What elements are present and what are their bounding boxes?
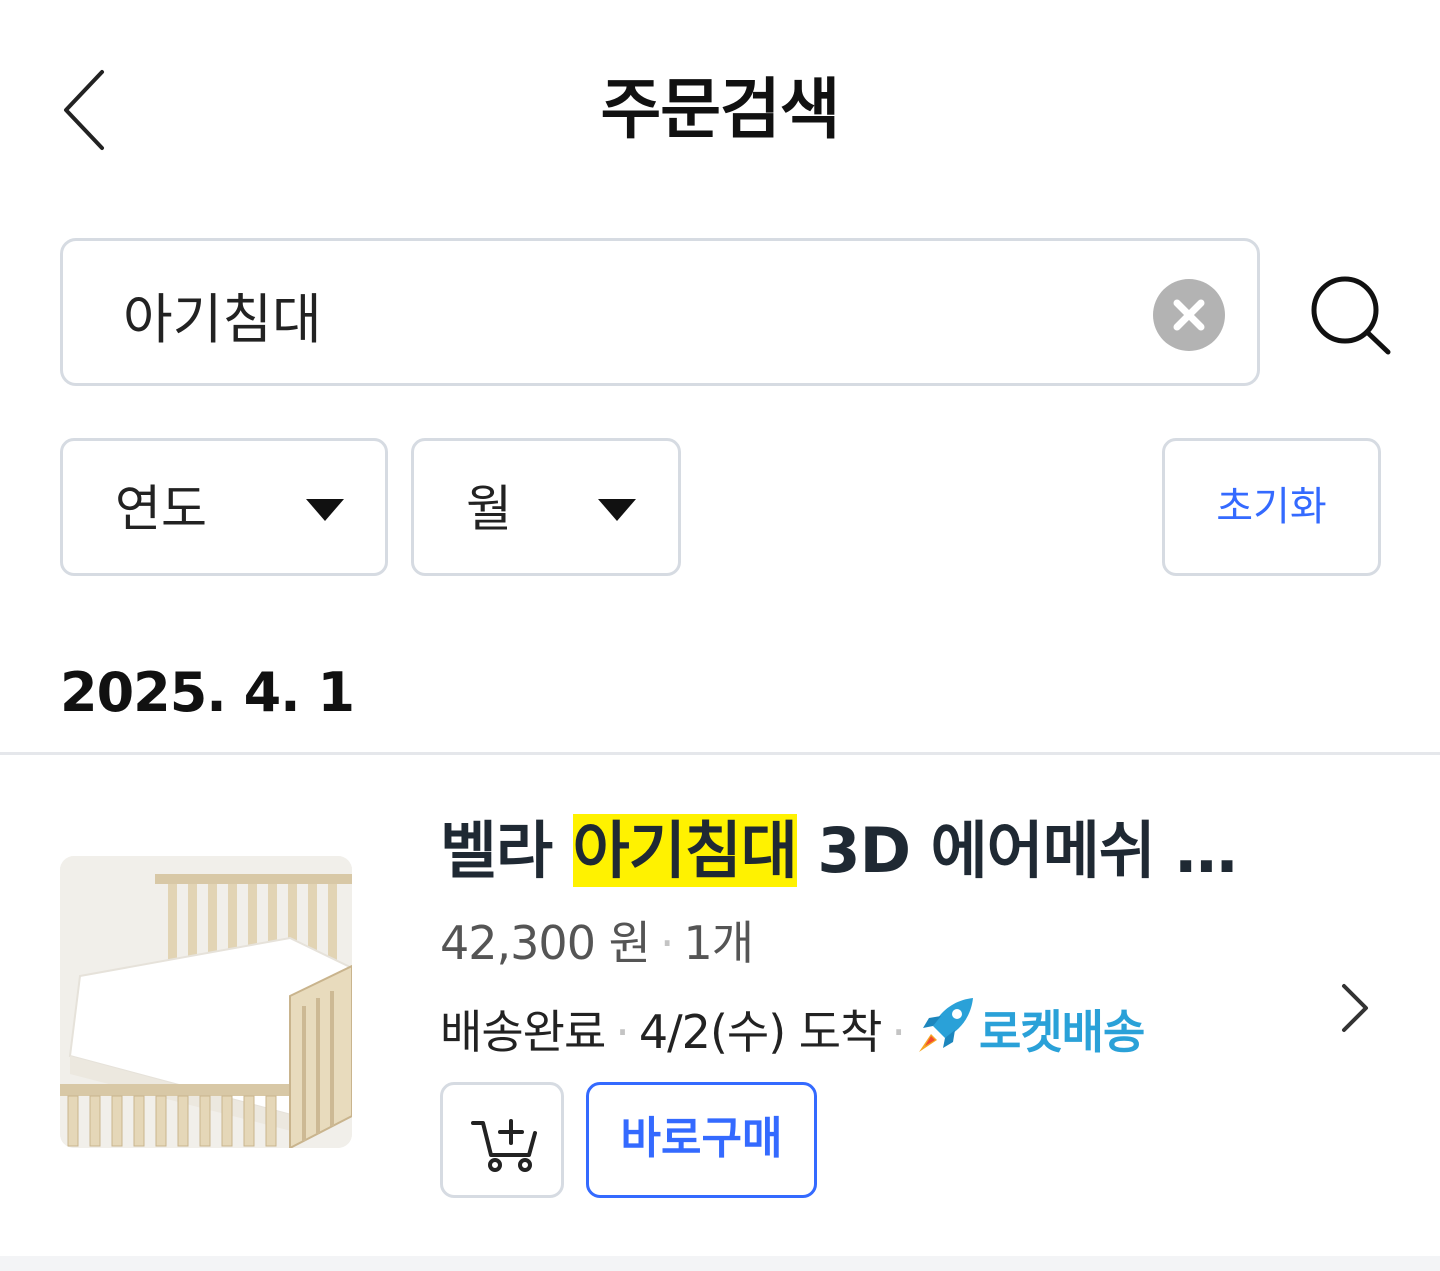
delivery-status-line: 배송완료 · 4/2(수) 도착 · 로켓배송	[440, 994, 1145, 1063]
arrival-date: 4/2(수) 도착	[638, 1005, 883, 1059]
price-line: 42,300 원 · 1개	[440, 912, 755, 974]
caret-down-icon	[306, 499, 344, 521]
order-detail-button[interactable]	[1330, 978, 1380, 1038]
product-name-prefix: 벨라	[440, 814, 573, 887]
year-select[interactable]: 연도	[60, 438, 388, 576]
rocket-delivery-badge: 로켓배송	[979, 1005, 1145, 1059]
reset-button[interactable]: 초기화	[1162, 438, 1381, 576]
page-title: 주문검색	[600, 71, 841, 148]
delivery-status: 배송완료	[440, 1005, 606, 1059]
clear-search-button[interactable]	[1153, 279, 1225, 351]
product-price: 42,300 원	[440, 916, 651, 970]
cart-plus-icon	[471, 1119, 537, 1172]
search-icon	[1311, 276, 1391, 355]
order-date: 2025. 4. 1	[60, 661, 355, 724]
month-select[interactable]: 월	[411, 438, 681, 576]
product-name-suffix: 3D 에어메쉬 …	[796, 814, 1237, 887]
buy-now-button[interactable]: 바로구매	[586, 1082, 817, 1198]
divider	[0, 752, 1440, 755]
year-select-label: 연도	[115, 480, 207, 538]
caret-down-icon	[598, 499, 636, 521]
product-thumbnail[interactable]	[60, 856, 352, 1148]
search-box	[60, 238, 1260, 386]
chevron-right-icon	[1342, 984, 1368, 1032]
month-select-label: 월	[466, 480, 512, 538]
baby-crib-image	[60, 856, 352, 1148]
search-input[interactable]	[123, 275, 1123, 353]
add-to-cart-button[interactable]	[440, 1082, 564, 1198]
product-name-link[interactable]: 벨라 아기침대 3D 에어메쉬 …	[440, 812, 1320, 890]
close-icon	[1173, 299, 1205, 331]
separator-dot: ·	[891, 1005, 906, 1059]
section-separator	[0, 1256, 1440, 1271]
search-button[interactable]	[1300, 268, 1400, 360]
product-quantity: 1개	[683, 916, 755, 970]
separator-dot: ·	[615, 1005, 630, 1059]
separator-dot: ·	[659, 916, 675, 970]
rocket-icon	[915, 994, 979, 1056]
product-name-highlight: 아기침대	[572, 814, 798, 887]
